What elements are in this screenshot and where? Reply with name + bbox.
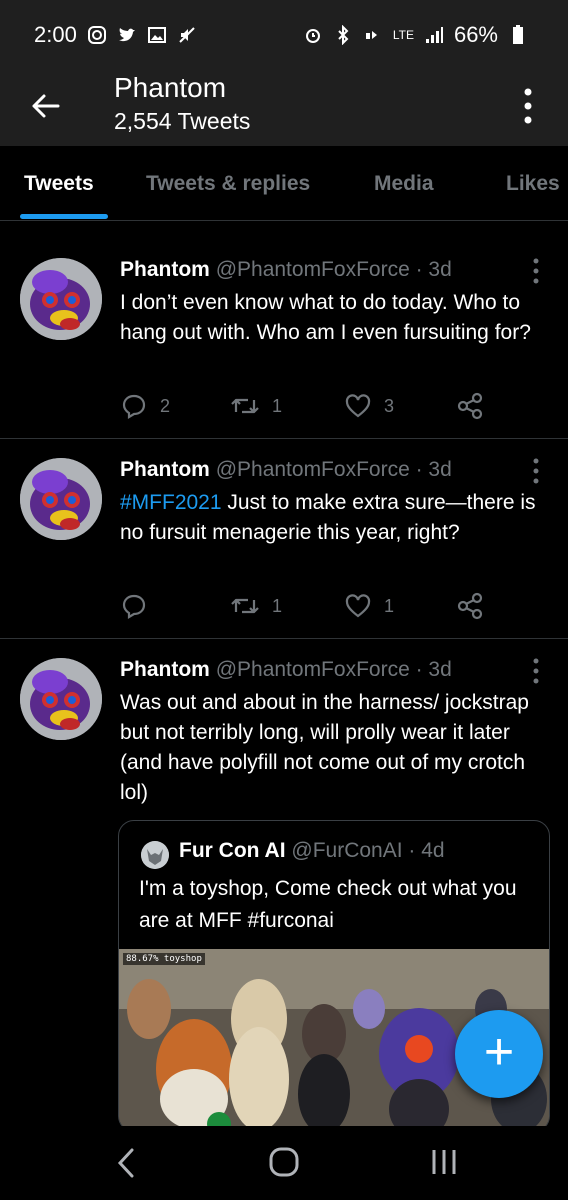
tweet-text: I don’t even know what to do today. Who … bbox=[120, 291, 531, 344]
instagram-icon bbox=[87, 26, 106, 44]
vertical-dots-icon[interactable] bbox=[530, 656, 542, 686]
page-title: Phantom bbox=[114, 72, 227, 103]
tweet-author-name[interactable]: Phantom bbox=[120, 258, 210, 281]
tab-likes[interactable]: Likes bbox=[506, 172, 560, 196]
reply-count: 2 bbox=[160, 395, 171, 416]
like-count: 1 bbox=[384, 595, 395, 616]
heart-icon bbox=[345, 594, 371, 618]
plus-icon: + bbox=[483, 1023, 515, 1081]
mute-icon bbox=[179, 27, 195, 43]
retweet-icon bbox=[231, 598, 259, 614]
signal-icon bbox=[425, 27, 443, 43]
vertical-dots-icon[interactable] bbox=[530, 456, 542, 486]
vertical-dots-icon[interactable] bbox=[530, 256, 542, 286]
gallery-icon bbox=[147, 27, 166, 43]
nav-back-icon[interactable] bbox=[112, 1146, 140, 1180]
retweet-button[interactable]: 1 bbox=[230, 592, 282, 620]
tweet-meta: @PhantomFoxForce · 3d bbox=[215, 258, 452, 281]
tweet-actions: 1 1 bbox=[120, 592, 540, 622]
retweet-count: 1 bbox=[272, 595, 283, 616]
profile-tabs: Tweets Tweets & replies Media Likes bbox=[0, 146, 568, 221]
tab-tweets-and-replies[interactable]: Tweets & replies bbox=[146, 172, 310, 196]
tweet-header: Phantom @PhantomFoxForce · 3d bbox=[120, 458, 452, 482]
quoted-avatar[interactable] bbox=[141, 841, 169, 869]
alarm-icon bbox=[305, 29, 320, 43]
reply-button[interactable]: 2 bbox=[120, 392, 170, 420]
like-button[interactable]: 3 bbox=[344, 392, 394, 420]
quoted-header: Fur Con AI @FurConAI · 4d bbox=[179, 839, 445, 863]
nav-recents-icon[interactable] bbox=[428, 1146, 460, 1178]
heart-icon bbox=[345, 394, 371, 418]
arrow-left-icon[interactable] bbox=[26, 86, 66, 126]
quoted-text: I'm a toyshop, Come check out what you a… bbox=[139, 877, 517, 932]
like-count: 3 bbox=[384, 395, 395, 416]
vertical-dots-icon[interactable] bbox=[516, 84, 540, 128]
reply-icon bbox=[122, 394, 146, 419]
battery-icon bbox=[513, 25, 523, 44]
tweet-meta: @PhantomFoxForce · 3d bbox=[215, 658, 452, 681]
profile-header: Phantom 2,554 Tweets bbox=[0, 68, 568, 146]
tweet-count: 2,554 Tweets bbox=[114, 108, 251, 134]
battery-percent: 66% bbox=[453, 22, 498, 47]
like-button[interactable]: 1 bbox=[344, 592, 394, 620]
status-bar: 2:00 LTE 66% bbox=[0, 0, 568, 68]
compose-tweet-button[interactable]: + bbox=[455, 1010, 543, 1098]
retweet-icon bbox=[231, 398, 259, 414]
quoted-author-name[interactable]: Fur Con AI bbox=[179, 839, 286, 862]
tweet[interactable]: Phantom @PhantomFoxForce · 3d I don’t ev… bbox=[0, 238, 568, 439]
reply-icon bbox=[122, 594, 146, 619]
share-icon bbox=[457, 592, 483, 620]
hashtag-link[interactable]: #MFF2021 bbox=[120, 491, 222, 514]
share-icon bbox=[457, 392, 483, 420]
twitter-icon bbox=[118, 28, 135, 42]
avatar[interactable] bbox=[20, 658, 102, 740]
share-button[interactable] bbox=[456, 392, 484, 420]
tweet-author-name[interactable]: Phantom bbox=[120, 458, 210, 481]
avatar[interactable] bbox=[20, 258, 102, 340]
wifi-calling-icon bbox=[365, 31, 377, 39]
tweet-text: #MFF2021 Just to make extra sure—there i… bbox=[120, 488, 550, 548]
status-time: 2:00 bbox=[34, 22, 77, 47]
bluetooth-icon bbox=[338, 25, 349, 45]
tab-media[interactable]: Media bbox=[374, 172, 434, 196]
retweet-count: 1 bbox=[272, 395, 283, 416]
tweet[interactable]: Phantom @PhantomFoxForce · 3d #MFF2021 J… bbox=[0, 438, 568, 639]
avatar[interactable] bbox=[20, 458, 102, 540]
tweet-text: Was out and about in the harness/ jockst… bbox=[120, 691, 529, 804]
tweet-header: Phantom @PhantomFoxForce · 3d bbox=[120, 258, 452, 282]
tweet-author-name[interactable]: Phantom bbox=[120, 658, 210, 681]
tweet-actions: 2 1 3 bbox=[120, 392, 540, 422]
active-tab-indicator bbox=[20, 214, 108, 219]
tab-tweets[interactable]: Tweets bbox=[24, 172, 94, 196]
tweet-meta: @PhantomFoxForce · 3d bbox=[215, 458, 452, 481]
system-nav-bar bbox=[0, 1126, 568, 1200]
retweet-button[interactable]: 1 bbox=[230, 392, 282, 420]
network-label: LTE bbox=[392, 28, 414, 42]
reply-button[interactable] bbox=[120, 592, 160, 620]
tweet-header: Phantom @PhantomFoxForce · 3d bbox=[120, 658, 452, 682]
nav-home-icon[interactable] bbox=[266, 1144, 302, 1180]
media-overlay-label: 88.67% toyshop bbox=[123, 953, 205, 965]
share-button[interactable] bbox=[456, 592, 484, 620]
quoted-meta: @FurConAI · 4d bbox=[291, 839, 445, 862]
